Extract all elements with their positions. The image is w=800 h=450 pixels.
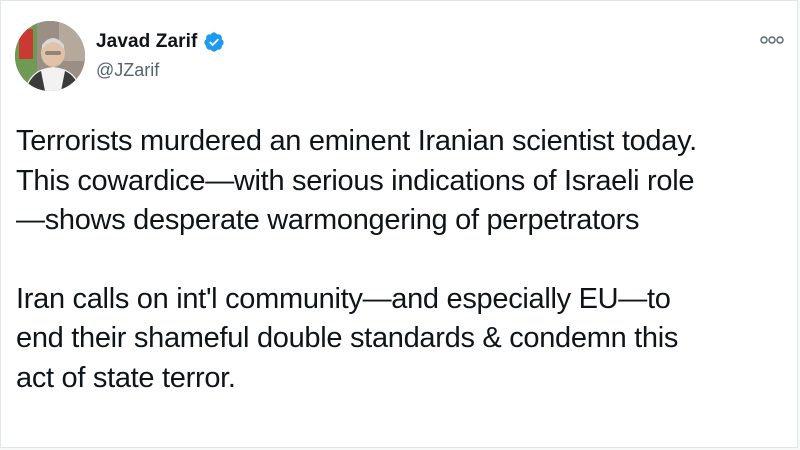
more-options-icon[interactable]: [759, 34, 785, 46]
author-avatar[interactable]: [15, 21, 85, 91]
tweet-paragraph: Terrorists murdered an eminent Iranian s…: [16, 122, 786, 241]
tweet-line: Terrorists murdered an eminent Iranian s…: [16, 125, 697, 157]
author-name-row: Javad Zarif: [96, 31, 225, 53]
tweet-text: Terrorists murdered an eminent Iranian s…: [16, 122, 786, 398]
tweet-line: end their shameful double standards & co…: [16, 322, 679, 354]
tweet-line: —shows desperate warmongering of perpetr…: [16, 204, 640, 236]
tweet-line: This cowardice—with serious indications …: [16, 164, 695, 197]
tweet-line: Iran calls on int'l community—and especi…: [16, 282, 671, 315]
verified-badge-icon: [204, 32, 225, 52]
author-display-name[interactable]: Javad Zarif: [96, 31, 197, 53]
avatar-photo-icon: [15, 21, 85, 91]
author-handle[interactable]: @JZarif: [96, 60, 159, 81]
tweet-card: Javad Zarif @JZarif Terrorists murdered …: [0, 0, 798, 448]
tweet-paragraph: Iran calls on int'l community—and especi…: [16, 280, 786, 399]
tweet-line: act of state terror.: [16, 361, 236, 394]
